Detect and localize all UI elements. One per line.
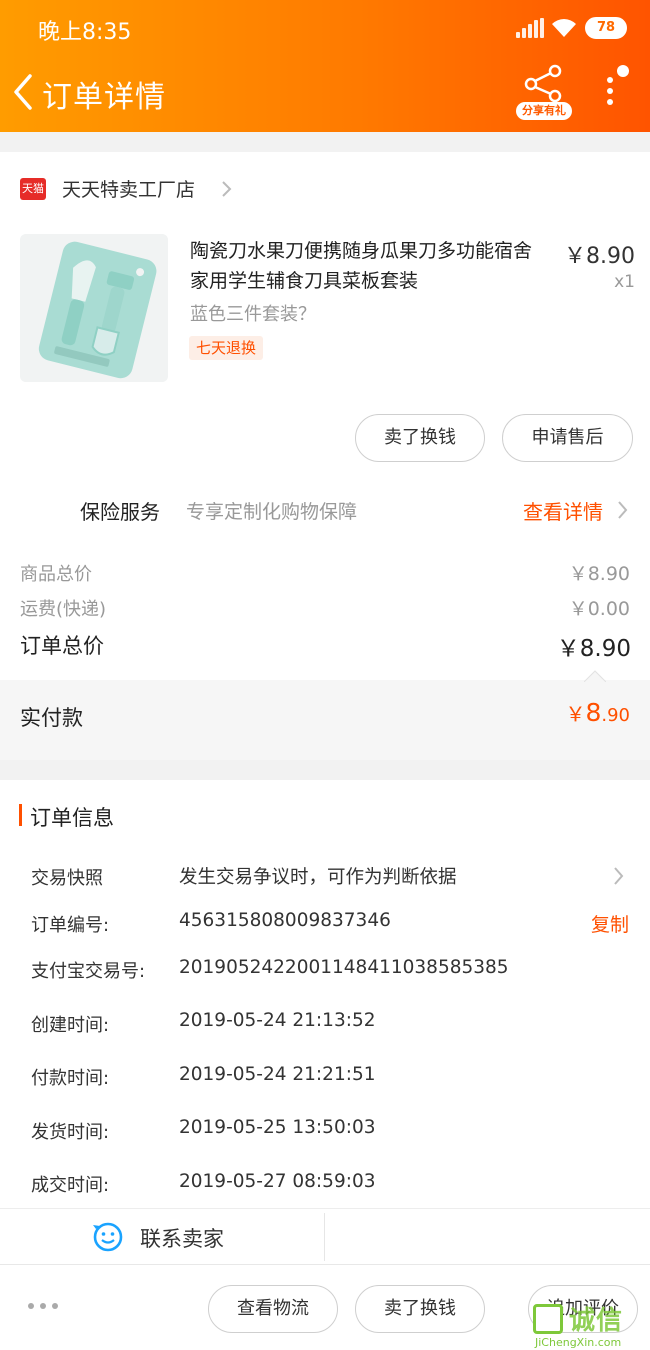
tmall-badge: 天猫	[20, 178, 46, 200]
paid-row	[0, 680, 650, 760]
paid-time-value: 2019-05-24 21:21:51	[179, 1064, 376, 1085]
share-icon	[524, 64, 562, 102]
created-time-value: 2019-05-24 21:13:52	[179, 1010, 376, 1031]
goods-total-label: 商品总价	[20, 564, 92, 585]
product-title[interactable]: 陶瓷刀水果刀便携随身瓜果刀多功能宿舍家用学生辅食刀具菜板套装	[190, 236, 540, 296]
chevron-right-icon[interactable]	[612, 866, 624, 886]
insurance-desc: 专享定制化购物保障	[186, 501, 358, 523]
order-number-label: 订单编号:	[31, 915, 110, 936]
notification-dot	[617, 65, 629, 77]
paid-label: 实付款	[20, 706, 83, 730]
watermark-text: 诚信	[569, 1306, 624, 1336]
chevron-right-icon	[222, 181, 232, 197]
wifi-icon	[552, 19, 576, 37]
status-bar: 晚上8:35 78	[0, 0, 650, 56]
store-name[interactable]: 天天特卖工厂店	[62, 175, 222, 202]
shipping-label: 运费(快递)	[20, 599, 107, 620]
chat-icon	[93, 1222, 123, 1252]
chevron-right-icon	[618, 501, 628, 519]
insurance-details-link[interactable]: 查看详情	[523, 496, 603, 525]
snapshot-label: 交易快照	[31, 868, 103, 889]
shipped-time-label: 发货时间:	[31, 1122, 110, 1143]
shipped-time-value: 2019-05-25 13:50:03	[179, 1117, 376, 1138]
created-time-label: 创建时间:	[31, 1015, 110, 1036]
page-title: 订单详情	[42, 80, 166, 115]
share-label: 分享有礼	[516, 102, 572, 120]
snapshot-value[interactable]: 发生交易争议时，可作为判断依据	[179, 863, 457, 889]
product-image[interactable]	[20, 234, 168, 382]
contact-seller-label[interactable]: 联系卖家	[140, 1223, 224, 1253]
order-info-title: 订单信息	[30, 806, 114, 830]
goods-total-value: ￥8.90	[568, 563, 630, 585]
return-policy-tag: 七天退换	[189, 336, 264, 360]
sell-button[interactable]: 卖了换钱	[355, 414, 485, 462]
product-price: ￥8.90	[564, 244, 635, 269]
share-button[interactable]: 分享有礼	[516, 64, 572, 124]
alipay-number-value: 2019052422001148411038585385	[179, 957, 509, 978]
signal-icon	[516, 18, 544, 38]
divider	[324, 1213, 325, 1261]
watermark-logo: 诚信 JiChengXin.com	[533, 1300, 650, 1350]
watermark-box-icon	[533, 1304, 563, 1334]
battery-icon: 78	[585, 17, 627, 39]
header: 晚上8:35 78 订单详情 分享有礼	[0, 0, 650, 132]
order-total-label: 订单总价	[20, 634, 104, 658]
back-icon[interactable]	[10, 70, 40, 114]
view-logistics-button[interactable]: 查看物流	[208, 1285, 338, 1333]
status-time: 晚上8:35	[38, 20, 132, 45]
paid-int: 8	[585, 698, 602, 727]
watermark-url: JiChengXin.com	[535, 1336, 622, 1349]
sell-button-bottom[interactable]: 卖了换钱	[355, 1285, 485, 1333]
order-total-value: ￥8.90	[556, 636, 631, 662]
after-sale-button[interactable]: 申请售后	[502, 414, 633, 462]
copy-button[interactable]: 复制	[591, 910, 629, 937]
order-number-value: 456315808009837346	[179, 910, 391, 931]
paid-value: ￥8.90	[565, 698, 630, 727]
closed-time-value: 2019-05-27 08:59:03	[179, 1171, 376, 1192]
alipay-number-label: 支付宝交易号:	[31, 961, 146, 982]
section-accent-bar	[19, 804, 22, 826]
shipping-value: ￥0.00	[568, 598, 630, 620]
more-actions-icon[interactable]	[28, 1303, 58, 1313]
insurance-label: 保险服务	[80, 500, 160, 524]
product-quantity: x1	[614, 272, 635, 292]
closed-time-label: 成交时间:	[31, 1175, 110, 1196]
paid-dec: .90	[601, 705, 630, 726]
contact-seller-row[interactable]: 联系卖家	[0, 1208, 650, 1266]
order-card: 天猫 天天特卖工厂店 陶瓷刀水果刀便携随身瓜果刀多功能宿舍家用学生辅食刀具菜板套…	[0, 152, 650, 760]
paid-time-label: 付款时间:	[31, 1068, 110, 1089]
caret-up-icon	[584, 670, 606, 682]
paid-currency: ￥	[565, 702, 586, 726]
product-sku: 蓝色三件套装？	[190, 304, 316, 325]
